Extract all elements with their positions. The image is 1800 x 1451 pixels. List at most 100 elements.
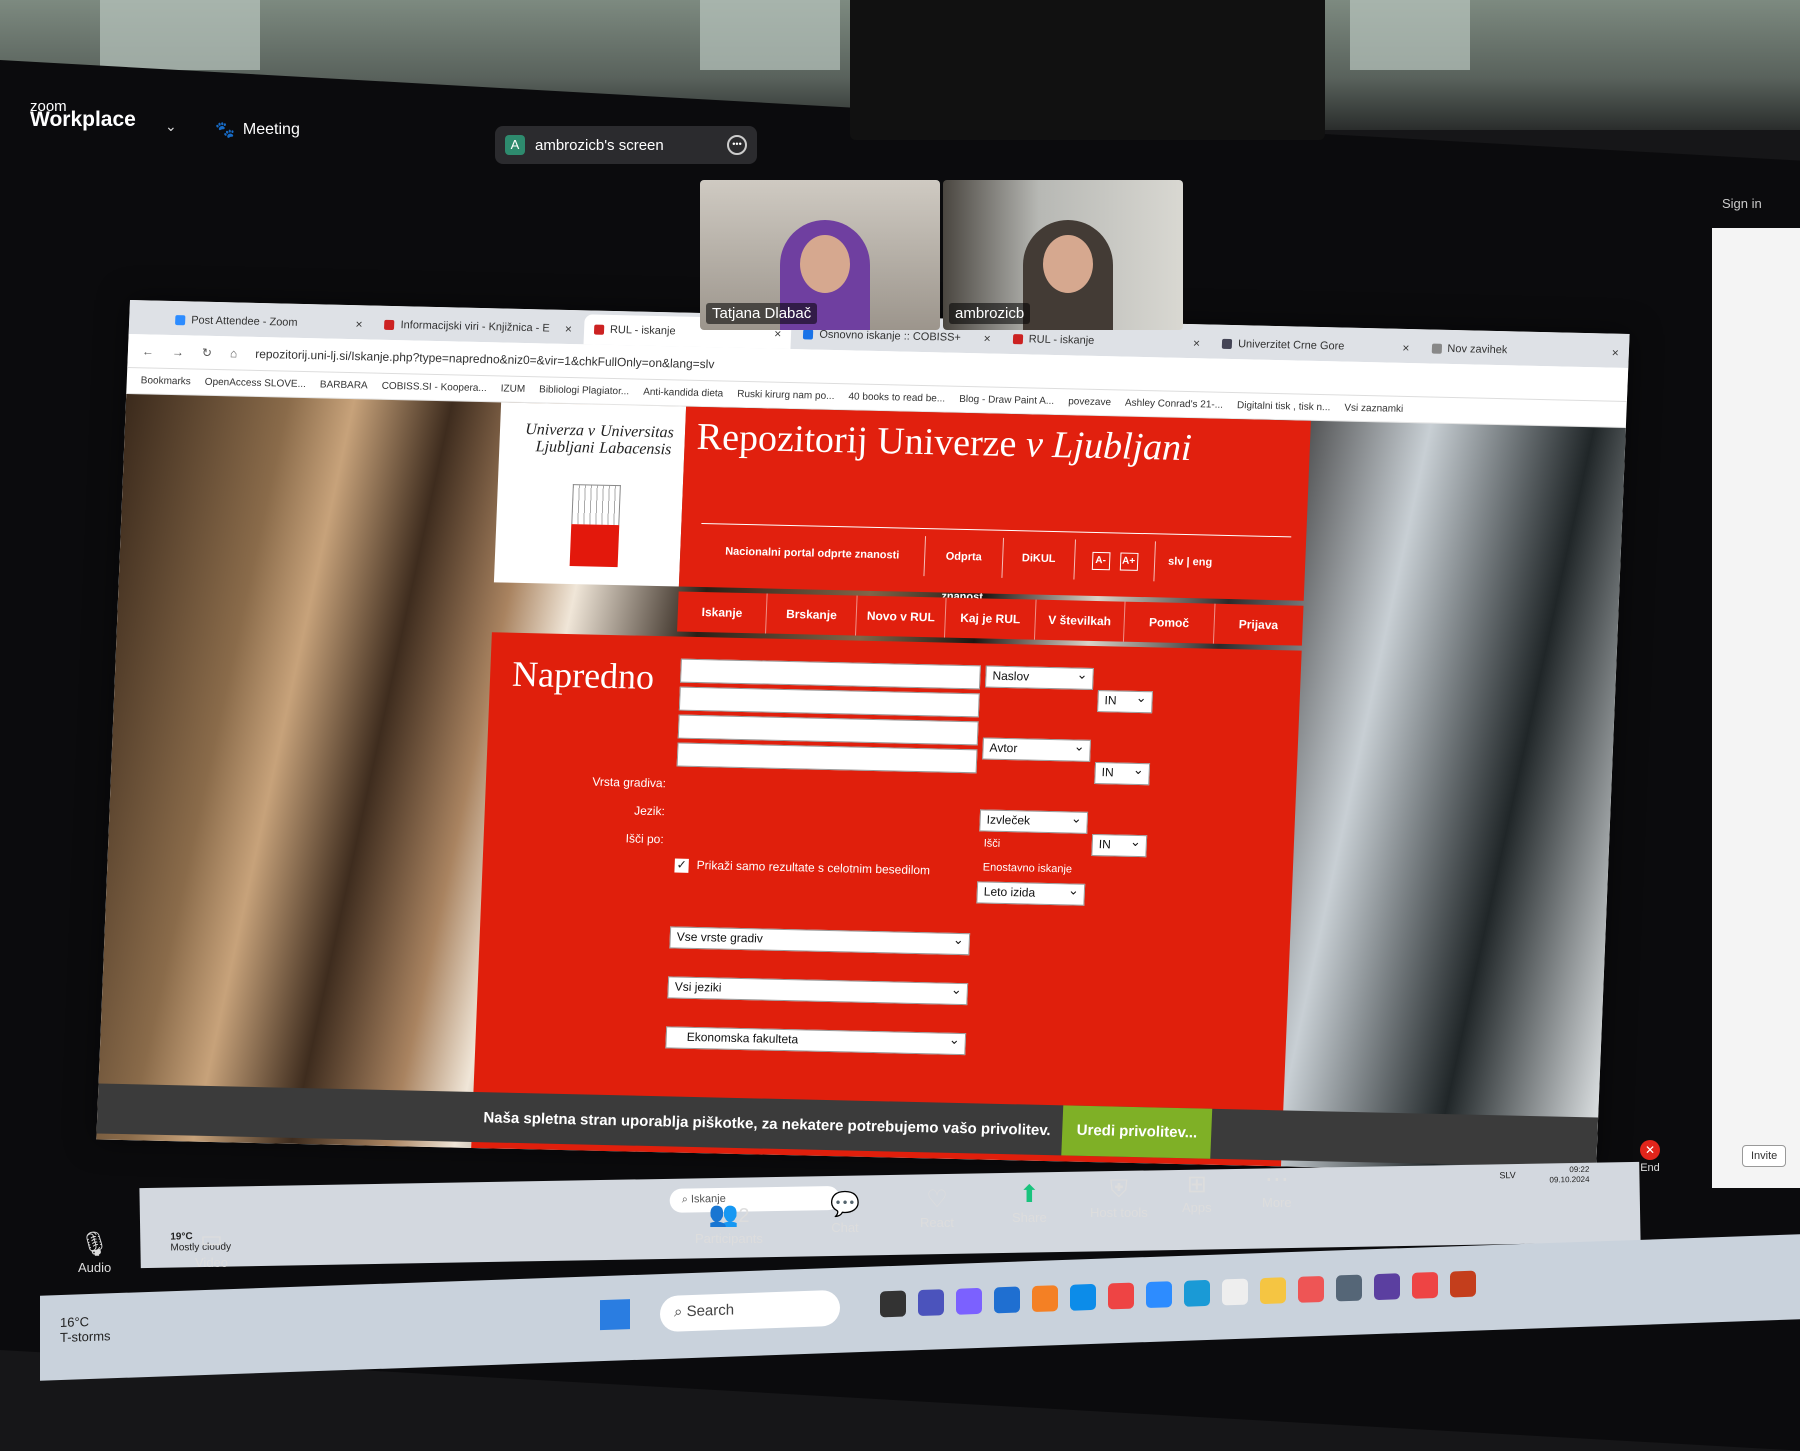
media-icon[interactable] xyxy=(1032,1285,1058,1313)
bookmark[interactable]: Ruski kirurg nam po... xyxy=(737,389,835,402)
chrome-icon[interactable] xyxy=(1108,1282,1134,1310)
invite-button[interactable]: Invite xyxy=(1742,1145,1787,1167)
app-icon[interactable] xyxy=(1336,1274,1362,1302)
browser-tab[interactable]: Nov zavihek × xyxy=(1421,333,1630,368)
app-icon[interactable] xyxy=(1222,1278,1248,1306)
operator-select-1[interactable]: IN xyxy=(1097,690,1153,714)
browser-tab[interactable]: Post Attendee - Zoom × xyxy=(165,305,374,340)
search-input-3[interactable] xyxy=(677,714,979,746)
search-by-select[interactable]: Ekonomska fakulteta xyxy=(665,1026,967,1056)
nav-item-prijava[interactable]: Prijava xyxy=(1213,604,1303,646)
bookmark[interactable]: Bibliologi Plagiator... xyxy=(539,384,629,397)
host-search-box[interactable]: ⌕ Search xyxy=(660,1289,840,1333)
edge-icon[interactable] xyxy=(1070,1283,1096,1311)
apps-button[interactable]: ⊞ Apps xyxy=(1182,1170,1212,1215)
reload-icon[interactable]: ↻ xyxy=(202,345,213,359)
lang-eng[interactable]: eng xyxy=(1192,556,1212,568)
language-select[interactable]: Vsi jeziki xyxy=(667,976,969,1006)
nav-item-brskanje[interactable]: Brskanje xyxy=(766,593,858,636)
browser-tab[interactable]: Univerzitet Crne Gore × xyxy=(1211,329,1420,364)
font-decrease-button[interactable]: A- xyxy=(1091,551,1111,571)
screen-share-pill[interactable]: A ambrozicb's screen ••• xyxy=(495,126,757,164)
bookmark[interactable]: Bookmarks xyxy=(141,375,191,387)
browser-tab[interactable]: Informacijski viri - Knjižnica - E × xyxy=(374,310,583,345)
field-select-3[interactable]: Izvleček xyxy=(979,809,1089,834)
back-icon[interactable]: ← xyxy=(142,344,155,358)
close-icon[interactable]: × xyxy=(565,322,573,336)
matlab-icon[interactable] xyxy=(1298,1275,1324,1303)
top-link[interactable]: Odprta znanost xyxy=(924,536,1005,603)
react-button[interactable]: ♡ React xyxy=(920,1185,954,1230)
bookmark[interactable]: Vsi zaznamki xyxy=(1344,403,1403,415)
search-input-1[interactable] xyxy=(680,658,981,690)
lang-slv[interactable]: slv xyxy=(1168,556,1184,568)
search-button[interactable]: Išči xyxy=(984,838,1001,850)
teams-icon[interactable] xyxy=(918,1289,944,1317)
bookmark[interactable]: Digitalni tisk , tisk n... xyxy=(1237,400,1331,413)
nav-item-pomoc[interactable]: Pomoč xyxy=(1124,601,1216,644)
bookmark[interactable]: Ashley Conrad's 21-... xyxy=(1125,398,1223,411)
close-icon[interactable]: × xyxy=(1612,346,1620,360)
close-icon[interactable]: × xyxy=(1402,341,1410,355)
site-title-italic: v Ljubljani xyxy=(1025,423,1193,470)
close-icon[interactable]: × xyxy=(355,317,363,331)
chat-button[interactable]: 💬 Chat xyxy=(830,1190,860,1235)
video-tile[interactable]: ambrozicb xyxy=(943,180,1183,330)
app-icon[interactable] xyxy=(994,1286,1020,1314)
copilot-icon[interactable] xyxy=(956,1287,982,1315)
video-tile[interactable]: Tatjana Dlabač xyxy=(700,180,940,330)
top-link[interactable]: DiKUL xyxy=(1002,537,1077,580)
bookmark[interactable]: Blog - Draw Paint A... xyxy=(959,394,1054,407)
audio-button[interactable]: 🎙 Audio xyxy=(78,1230,111,1275)
search-input-2[interactable] xyxy=(678,686,980,718)
bookmark[interactable]: BARBARA xyxy=(320,379,368,391)
more-button[interactable]: ⋯ More xyxy=(1262,1165,1292,1210)
end-button[interactable]: ✕ End xyxy=(1640,1140,1660,1174)
operator-select-2[interactable]: IN xyxy=(1094,762,1151,786)
field-select-2[interactable]: Avtor xyxy=(982,737,1091,762)
close-icon[interactable]: × xyxy=(983,331,991,345)
forward-icon[interactable]: → xyxy=(172,344,185,358)
chevron-down-icon[interactable]: ⌄ xyxy=(165,118,177,135)
nav-item-kaj-je[interactable]: Kaj je RUL xyxy=(945,597,1037,640)
operator-select-3[interactable]: IN xyxy=(1091,833,1148,858)
windows-start-icon[interactable] xyxy=(600,1299,630,1331)
video-button[interactable]: ▭ Video xyxy=(195,1225,228,1270)
simple-search-link[interactable]: Enostavno iskanje xyxy=(983,861,1073,875)
top-link[interactable]: Nacionalni portal odprte znanosti xyxy=(699,531,927,577)
university-logo[interactable]: Univerza v Ljubljani Universitas Labacen… xyxy=(493,402,687,587)
participants-button[interactable]: 👥2 Participants xyxy=(695,1200,763,1246)
field-select-4[interactable]: Leto izida xyxy=(976,881,1086,906)
nav-item-iskanje[interactable]: Iskanje xyxy=(677,591,769,634)
more-options-icon[interactable]: ••• xyxy=(727,135,747,155)
app-icon[interactable] xyxy=(1374,1273,1400,1301)
sign-in-link[interactable]: Sign in xyxy=(1722,196,1762,211)
home-icon[interactable]: ⌂ xyxy=(230,346,238,360)
bookmark[interactable]: povezave xyxy=(1068,396,1111,408)
bookmark[interactable]: Anti-kandida dieta xyxy=(643,387,723,400)
close-icon[interactable]: × xyxy=(1193,336,1201,350)
bookmark[interactable]: COBISS.SI - Koopera... xyxy=(381,381,486,394)
material-type-select[interactable]: Vse vrste gradiv xyxy=(669,926,971,956)
bookmark[interactable]: IZUM xyxy=(500,383,525,395)
search-input-4[interactable] xyxy=(676,742,978,774)
bookmark[interactable]: OpenAccess SLOVE... xyxy=(205,377,307,390)
monitor-icon[interactable] xyxy=(1184,1279,1210,1307)
nav-item-stevilke[interactable]: V številkah xyxy=(1034,599,1126,642)
fulltext-checkbox[interactable]: ✓ xyxy=(674,858,689,873)
font-increase-button[interactable]: A+ xyxy=(1119,552,1139,571)
bookmark[interactable]: 40 books to read be... xyxy=(848,391,945,404)
url-field[interactable]: repozitorij.uni-lj.si/Iskanje.php?type=n… xyxy=(255,346,715,370)
folder-icon[interactable] xyxy=(1260,1277,1286,1305)
site-title[interactable]: Repozitorij Univerze v Ljubljani xyxy=(696,415,1193,470)
task-view-icon[interactable] xyxy=(880,1290,906,1318)
nav-item-novo[interactable]: Novo v RUL xyxy=(855,595,947,638)
share-button[interactable]: ⬆ Share xyxy=(1012,1180,1047,1225)
meeting-menu[interactable]: 🐾 Meeting xyxy=(215,120,300,140)
powerpoint-icon[interactable] xyxy=(1450,1270,1476,1298)
participants-icon: 👥2 xyxy=(708,1201,750,1228)
zoom-icon[interactable] xyxy=(1146,1281,1172,1309)
chrome-icon[interactable] xyxy=(1412,1271,1438,1299)
host-tools-button[interactable]: ⛨ Host tools xyxy=(1090,1175,1148,1220)
field-select-1[interactable]: Naslov xyxy=(985,665,1094,690)
